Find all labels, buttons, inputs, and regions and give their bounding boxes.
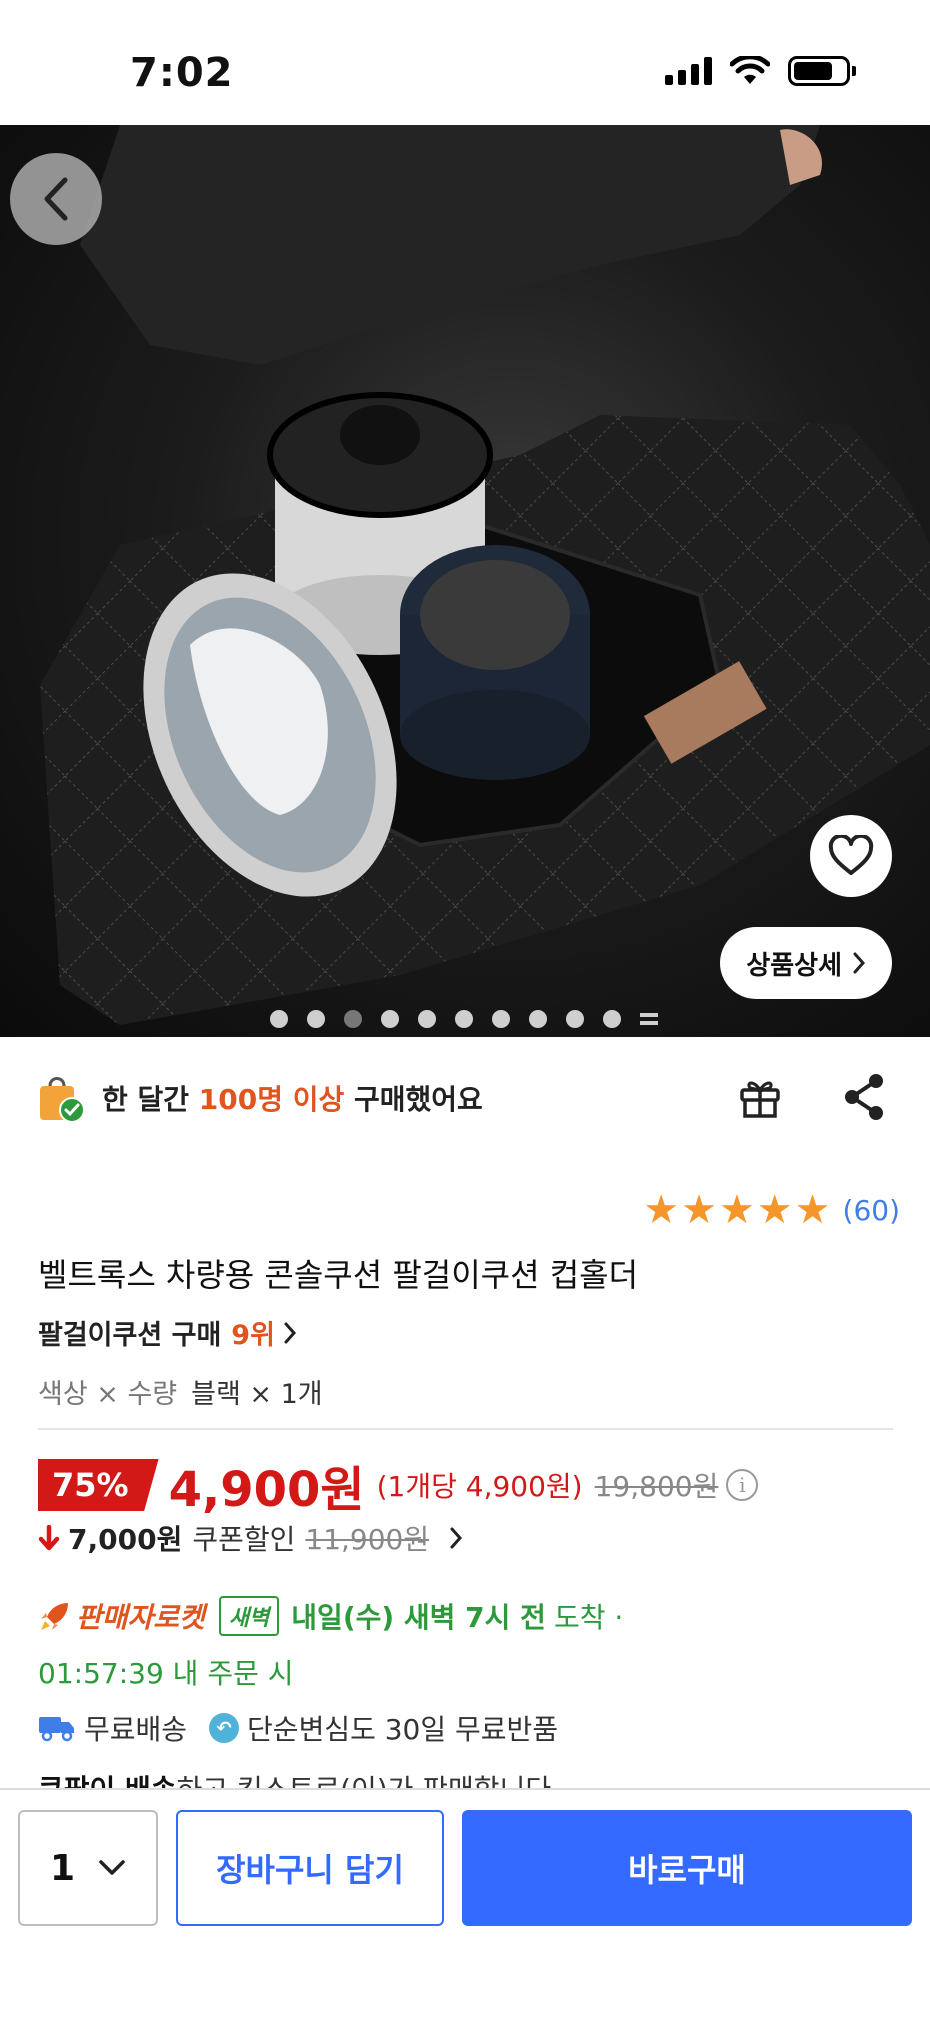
cellular-signal-icon — [665, 57, 712, 85]
carousel-dot[interactable] — [492, 1010, 510, 1028]
category-rank[interactable]: 팔걸이쿠션 구매 9위 — [38, 1313, 297, 1352]
quantity-value: 1 — [50, 1847, 76, 1889]
seller-delivery: 쿠팡이 배송 — [38, 1773, 177, 1788]
arrival-suffix: 도착 · — [553, 1601, 624, 1634]
quantity-select[interactable]: 1 — [18, 1810, 158, 1926]
product-detail-label: 상품상세 — [746, 950, 842, 981]
coupon-discount-row[interactable]: 7,000원 쿠폰할인 11,900원 — [38, 1518, 463, 1558]
divider — [38, 1428, 893, 1430]
star-icon: ★ — [643, 1187, 680, 1233]
coupon-label: 쿠폰할인 — [192, 1523, 296, 1556]
purchase-count-text: 한 달간 100명 이상 구매했어요 — [102, 1078, 483, 1118]
free-delivery-text: 무료배송 — [84, 1713, 188, 1746]
coupon-before-price: 11,900원 — [305, 1523, 430, 1556]
arrival-time: 내일(수) 새벽 7시 전 — [291, 1601, 546, 1634]
heart-icon — [828, 835, 874, 875]
share-icon[interactable] — [840, 1072, 888, 1122]
coupon-amount: 7,000원 — [68, 1523, 183, 1556]
info-icon[interactable]: i — [726, 1469, 759, 1501]
seller-info: 쿠팡이 배송하고 킨스토르(이)가 판매합니다 — [38, 1768, 551, 1788]
carousel-dot[interactable] — [381, 1010, 399, 1028]
purchase-highlight: 100명 이상 — [198, 1083, 345, 1116]
chevron-right-icon — [284, 1322, 296, 1343]
seller-text: 하고 킨스토르(이)가 판매합니다 — [177, 1773, 552, 1788]
bottom-action-bar: 1 장바구니 담기 바로구매 — [0, 1788, 930, 2021]
price-row: 75% 4,900원 (1개당 4,900원) 19,800원 i — [38, 1450, 759, 1520]
review-count[interactable]: (60) — [843, 1194, 900, 1227]
gift-icon[interactable] — [736, 1072, 786, 1122]
star-icon: ★ — [756, 1187, 793, 1233]
star-icon: ★ — [718, 1187, 755, 1233]
carousel-dot[interactable] — [566, 1010, 584, 1028]
wifi-icon — [730, 56, 770, 84]
unit-price: (1개당 4,900원) — [376, 1470, 583, 1503]
rank-number: 9위 — [231, 1320, 275, 1351]
status-time: 7:02 — [130, 50, 234, 96]
product-image-carousel[interactable]: 상품상세 — [0, 125, 930, 1037]
purchase-suffix: 구매했어요 — [344, 1083, 483, 1116]
delivery-type: 판매자로켓 — [76, 1601, 205, 1634]
back-button[interactable] — [10, 153, 102, 245]
order-deadline: 01:57:39 내 주문 시 — [38, 1657, 294, 1690]
battery-icon — [788, 56, 856, 86]
original-price: 19,800원 — [594, 1470, 719, 1503]
carousel-dot[interactable] — [603, 1010, 621, 1028]
return-icon: ↶ — [209, 1713, 240, 1743]
purchase-count-banner: 한 달간 100명 이상 구매했어요 — [38, 1068, 898, 1128]
status-icons — [665, 56, 856, 86]
option-label: 색상 × 수량 — [38, 1379, 178, 1410]
delivery-info: 판매자로켓 새벽 내일(수) 새벽 7시 전 도착 · — [38, 1596, 623, 1636]
discount-badge: 75% — [38, 1459, 159, 1511]
rating-summary[interactable]: ★ ★ ★ ★ ★ (60) — [643, 1190, 900, 1230]
shopping-bag-check-icon — [40, 1077, 85, 1123]
product-detail-button[interactable]: 상품상세 — [720, 927, 892, 999]
chevron-left-icon — [44, 177, 68, 221]
carousel-dot[interactable] — [455, 1010, 473, 1028]
product-title: 벨트록스 차량용 콘솔쿠션 팔걸이쿠션 컵홀더 — [38, 1256, 639, 1294]
option-value: 블랙 × 1개 — [191, 1379, 323, 1410]
star-icon: ★ — [794, 1187, 831, 1233]
buy-now-button[interactable]: 바로구매 — [462, 1810, 912, 1926]
shipping-info: 무료배송 ↶ 단순변심도 30일 무료반품 — [38, 1708, 558, 1748]
star-icon: ★ — [681, 1187, 717, 1233]
add-to-cart-button[interactable]: 장바구니 담기 — [176, 1810, 444, 1926]
carousel-dot[interactable] — [418, 1010, 436, 1028]
wishlist-button[interactable] — [810, 815, 892, 897]
chevron-right-icon — [450, 1527, 463, 1549]
status-bar: 7:02 — [0, 0, 930, 125]
rocket-icon — [41, 1603, 68, 1630]
chevron-down-icon — [99, 1860, 125, 1875]
free-return-text: 단순변심도 30일 무료반품 — [247, 1713, 559, 1746]
product-photo — [40, 125, 930, 1025]
carousel-dot[interactable] — [270, 1010, 288, 1028]
sale-price: 4,900원 — [168, 1462, 365, 1518]
dawn-delivery-badge: 새벽 — [218, 1596, 280, 1636]
carousel-more-icon — [640, 1013, 658, 1025]
carousel-dot[interactable] — [307, 1010, 325, 1028]
carousel-dot[interactable] — [529, 1010, 547, 1028]
chevron-right-icon — [853, 952, 866, 974]
carousel-dot-active[interactable] — [344, 1010, 362, 1028]
purchase-prefix: 한 달간 — [102, 1083, 199, 1116]
selected-option: 색상 × 수량 블랙 × 1개 — [38, 1372, 323, 1411]
truck-icon — [39, 1717, 74, 1742]
carousel-dots — [270, 1010, 658, 1028]
rank-category: 팔걸이쿠션 구매 — [38, 1320, 222, 1351]
arrow-down-icon — [38, 1525, 60, 1551]
